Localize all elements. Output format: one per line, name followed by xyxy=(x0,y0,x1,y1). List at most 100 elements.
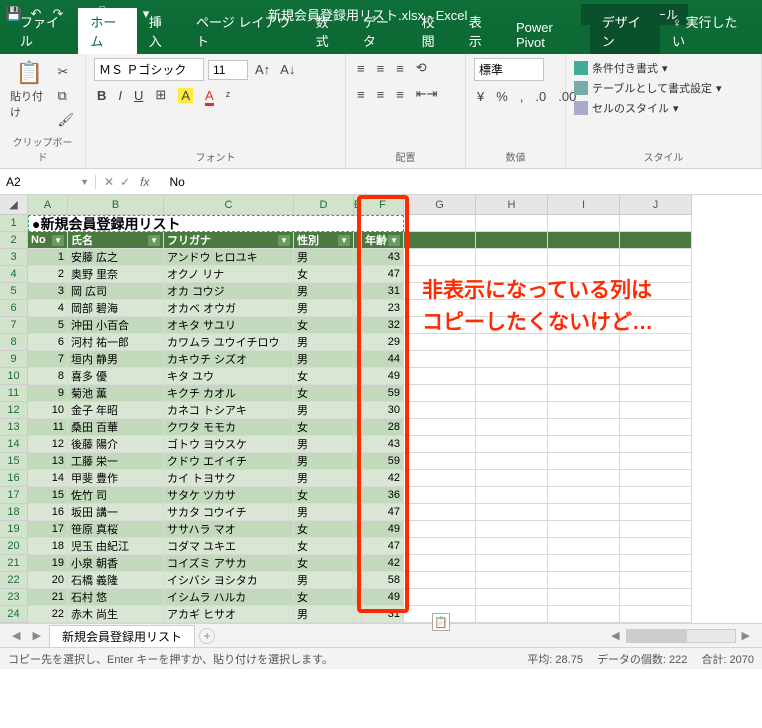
cell-hidden[interactable] xyxy=(354,300,362,317)
qat-icon[interactable]: ▫ xyxy=(72,6,88,22)
cell-sex[interactable]: 女 xyxy=(294,589,354,606)
increase-font-icon[interactable]: A↑ xyxy=(252,60,273,79)
format-as-table-button[interactable]: テーブルとして書式設定 ▾ xyxy=(574,78,753,98)
cell-kana[interactable]: ササハラ マオ xyxy=(164,521,294,538)
orientation-icon[interactable]: ⟲ xyxy=(413,58,430,78)
col-header-F[interactable]: F xyxy=(362,195,404,215)
cell-hidden[interactable] xyxy=(354,470,362,487)
comma-icon[interactable]: , xyxy=(517,87,527,106)
cell-no[interactable]: 5 xyxy=(28,317,68,334)
cell-sex[interactable]: 男 xyxy=(294,606,354,623)
cell-name[interactable]: 佐竹 司 xyxy=(68,487,164,504)
col-header-E[interactable]: E xyxy=(354,195,362,215)
font-size-select[interactable]: 11 xyxy=(208,60,248,80)
cell-age[interactable]: 30 xyxy=(362,402,404,419)
cell-name[interactable]: 桑田 百華 xyxy=(68,419,164,436)
qat-icon[interactable]: ◧ xyxy=(116,6,132,22)
cell-kana[interactable]: アンドウ ヒロユキ xyxy=(164,249,294,266)
cell-name[interactable]: 奥野 里奈 xyxy=(68,266,164,283)
cell-age[interactable]: 58 xyxy=(362,572,404,589)
cell-kana[interactable]: カワムラ ユウイチロウ xyxy=(164,334,294,351)
cell-name[interactable]: 石村 悠 xyxy=(68,589,164,606)
cell-age[interactable]: 42 xyxy=(362,555,404,572)
col-header-A[interactable]: A xyxy=(28,195,68,215)
cell[interactable] xyxy=(548,232,620,249)
cell-kana[interactable]: クワタ モモカ xyxy=(164,419,294,436)
undo-icon[interactable]: ↶ xyxy=(28,6,44,22)
fill-color-button[interactable]: A xyxy=(175,86,196,105)
cell-no[interactable]: 3 xyxy=(28,283,68,300)
cancel-icon[interactable]: ✕ xyxy=(104,175,114,189)
cell-hidden[interactable] xyxy=(354,504,362,521)
cell-no[interactable]: 4 xyxy=(28,300,68,317)
phonetic-button[interactable]: ᶻ xyxy=(223,86,234,105)
align-middle-icon[interactable]: ≡ xyxy=(374,59,388,78)
sheet-title[interactable]: ●新規会員登録用リスト xyxy=(28,215,404,232)
tab-page-layout[interactable]: ページ レイアウト xyxy=(184,8,304,54)
cell-name[interactable]: 赤木 尚生 xyxy=(68,606,164,623)
cell-age[interactable]: 31 xyxy=(362,283,404,300)
cell[interactable] xyxy=(404,232,476,249)
cell-age[interactable]: 43 xyxy=(362,249,404,266)
align-right-icon[interactable]: ≡ xyxy=(393,85,407,104)
cell-name[interactable]: 坂田 講一 xyxy=(68,504,164,521)
cell-kana[interactable]: イシムラ ハルカ xyxy=(164,589,294,606)
save-icon[interactable]: 💾 xyxy=(6,6,22,22)
cell-no[interactable]: 10 xyxy=(28,402,68,419)
cell-no[interactable]: 12 xyxy=(28,436,68,453)
col-header-B[interactable]: B xyxy=(68,195,164,215)
tell-me[interactable]: ♀ 実行したい xyxy=(660,8,754,54)
cell-no[interactable]: 2 xyxy=(28,266,68,283)
cell-no[interactable]: 15 xyxy=(28,487,68,504)
paste-button[interactable]: 📋 貼り付け xyxy=(8,58,50,130)
cell-age[interactable]: 47 xyxy=(362,538,404,555)
tab-review[interactable]: 校閲 xyxy=(410,8,457,54)
cell-name[interactable]: 石橋 義隆 xyxy=(68,572,164,589)
cell-hidden[interactable] xyxy=(354,266,362,283)
cell-kana[interactable]: クドウ エイイチ xyxy=(164,453,294,470)
cell-no[interactable]: 14 xyxy=(28,470,68,487)
cell-sex[interactable]: 男 xyxy=(294,249,354,266)
th-sex[interactable]: 性別▼ xyxy=(294,232,354,249)
cell[interactable] xyxy=(620,232,692,249)
cell-no[interactable]: 6 xyxy=(28,334,68,351)
underline-button[interactable]: U xyxy=(131,86,146,105)
cell-age[interactable]: 49 xyxy=(362,589,404,606)
cell-kana[interactable]: オキタ サユリ xyxy=(164,317,294,334)
cell-sex[interactable]: 男 xyxy=(294,402,354,419)
currency-icon[interactable]: ¥ xyxy=(474,87,487,106)
copy-icon[interactable]: ⧉ xyxy=(54,86,77,106)
cell-name[interactable]: 岡部 碧海 xyxy=(68,300,164,317)
cell-sex[interactable]: 男 xyxy=(294,334,354,351)
sheet-tab[interactable]: 新規会員登録用リスト xyxy=(49,625,195,647)
col-header-H[interactable]: H xyxy=(476,195,548,215)
bold-button[interactable]: B xyxy=(94,86,109,105)
cell-age[interactable]: 36 xyxy=(362,487,404,504)
border-button[interactable]: ⊞ xyxy=(152,85,169,105)
tab-view[interactable]: 表示 xyxy=(457,8,504,54)
cell-sex[interactable]: 男 xyxy=(294,453,354,470)
col-header-I[interactable]: I xyxy=(548,195,620,215)
th-kana[interactable]: フリガナ▼ xyxy=(164,232,294,249)
cell-sex[interactable]: 男 xyxy=(294,351,354,368)
cell-age[interactable]: 28 xyxy=(362,419,404,436)
cell-kana[interactable]: オカ コウジ xyxy=(164,283,294,300)
cell-hidden[interactable] xyxy=(354,572,362,589)
cell-age[interactable]: 42 xyxy=(362,470,404,487)
number-format-select[interactable]: 標準 xyxy=(474,58,544,81)
cell-age[interactable]: 32 xyxy=(362,317,404,334)
cell-name[interactable]: 金子 年昭 xyxy=(68,402,164,419)
cell-age[interactable]: 49 xyxy=(362,368,404,385)
cell-no[interactable]: 9 xyxy=(28,385,68,402)
cell-sex[interactable]: 女 xyxy=(294,538,354,555)
cell-name[interactable]: 工藤 栄一 xyxy=(68,453,164,470)
col-header-C[interactable]: C xyxy=(164,195,294,215)
cell-kana[interactable]: サカタ コウイチ xyxy=(164,504,294,521)
th-age[interactable]: 年齢▼ xyxy=(362,232,404,249)
th-no[interactable]: No▼ xyxy=(28,232,68,249)
tab-data[interactable]: データ xyxy=(351,8,410,54)
cell-kana[interactable]: オクノ リナ xyxy=(164,266,294,283)
cell-age[interactable]: 59 xyxy=(362,385,404,402)
cell-kana[interactable]: カキウチ シズオ xyxy=(164,351,294,368)
cell-name[interactable]: 小泉 朝香 xyxy=(68,555,164,572)
